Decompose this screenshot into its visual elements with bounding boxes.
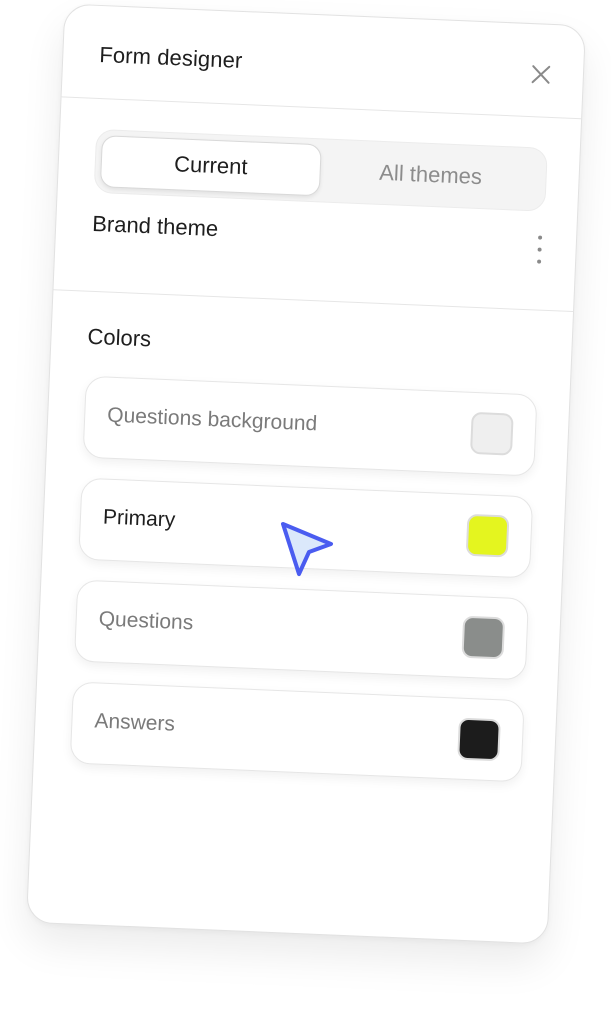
tab-all-themes[interactable]: All themes [320,144,542,205]
color-row-questions[interactable]: Questions [73,579,529,681]
panel-title: Form designer [98,41,243,73]
color-label: Questions background [106,403,318,436]
tab-current[interactable]: Current [99,135,322,197]
color-swatch[interactable] [465,513,510,558]
color-label: Primary [102,505,176,532]
color-swatch[interactable] [461,615,506,660]
color-label: Answers [93,709,176,736]
pointer-cursor-icon [281,522,333,576]
theme-tabs: Current All themes [93,128,548,212]
stage: Form designer Current All themes Brand t… [0,0,611,1017]
color-swatch[interactable] [457,717,501,762]
theme-section: Current All themes Brand theme [53,97,582,313]
color-row-questions-background[interactable]: Questions background [82,375,538,477]
colors-heading: Colors [87,323,152,352]
close-icon[interactable] [528,62,553,87]
color-label: Questions [98,607,194,635]
more-vertical-icon[interactable] [535,235,544,264]
form-designer-panel: Form designer Current All themes Brand t… [25,3,587,945]
theme-name: Brand theme [91,210,219,242]
color-row-answers[interactable]: Answers [69,681,525,783]
color-swatch[interactable] [469,411,514,456]
